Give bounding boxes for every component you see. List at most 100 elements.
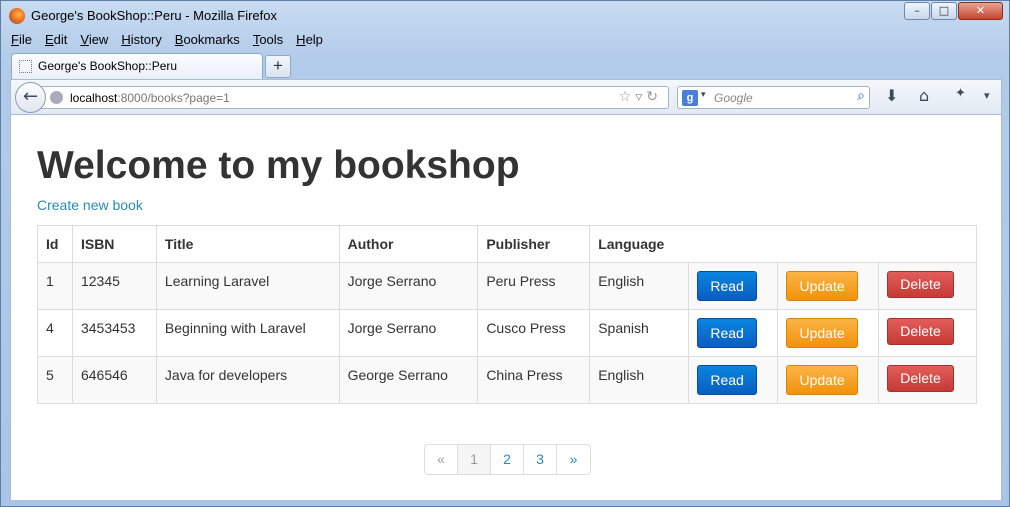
home-icon[interactable]: ⌂: [919, 86, 929, 105]
menu-bookmarks[interactable]: Bookmarks: [173, 32, 242, 52]
menu-dropdown-icon[interactable]: ▾: [984, 89, 990, 102]
cell-title: Java for developers: [155, 356, 340, 404]
close-button[interactable]: ✕: [958, 2, 1003, 20]
table-row: 4 3453453 Beginning with Laravel Jorge S…: [37, 309, 977, 357]
menu-edit[interactable]: Edit: [43, 32, 69, 52]
cell-update: Update: [777, 356, 879, 404]
page-content: Welcome to my bookshop Create new book I…: [10, 115, 1002, 500]
window-title: George's BookShop::Peru - Mozilla Firefo…: [31, 8, 277, 23]
menu-view-rest: iew: [88, 32, 109, 47]
google-icon[interactable]: g: [682, 90, 698, 106]
cell-title: Beginning with Laravel: [155, 309, 340, 357]
cell-update: Update: [777, 262, 879, 310]
navigation-toolbar: localhost:8000/books?page=1 ☆▿↻ ← g ▾ Go…: [10, 79, 1002, 115]
url-path: :8000/books?page=1: [117, 91, 230, 105]
cell-read: Read: [688, 262, 779, 310]
cell-read: Read: [688, 309, 779, 357]
cell-publisher: Peru Press: [477, 262, 591, 310]
update-button[interactable]: Update: [786, 318, 859, 348]
new-tab-button[interactable]: +: [265, 55, 291, 78]
books-table: Id ISBN Title Author Publisher Language …: [37, 225, 977, 404]
globe-icon: [50, 91, 63, 104]
pagination-prev[interactable]: «: [425, 445, 458, 474]
magnifier-icon[interactable]: ⌕: [857, 88, 865, 104]
header-id: Id: [37, 225, 73, 263]
tab-strip: George's BookShop::Peru +: [11, 53, 1001, 79]
engine-dropdown-icon[interactable]: ▾: [701, 90, 706, 100]
delete-button[interactable]: Delete: [887, 365, 954, 392]
pagination-page-2[interactable]: 2: [491, 445, 524, 474]
title-bar: George's BookShop::Peru - Mozilla Firefo…: [1, 1, 1009, 31]
cell-language: English: [589, 356, 690, 404]
cell-author: Jorge Serrano: [338, 262, 479, 310]
menu-file[interactable]: File: [9, 32, 34, 52]
table-row: 5 646546 Java for developers George Serr…: [37, 356, 977, 404]
page-title: Welcome to my bookshop: [37, 144, 520, 187]
pagination-page-1[interactable]: 1: [458, 445, 491, 474]
back-button[interactable]: ←: [15, 82, 46, 113]
cell-delete: Delete: [878, 309, 977, 357]
cell-read: Read: [688, 356, 779, 404]
cell-author: Jorge Serrano: [338, 309, 479, 357]
search-box[interactable]: g ▾ Google ⌕: [677, 86, 870, 109]
menu-history[interactable]: History: [119, 32, 163, 52]
cell-update: Update: [777, 309, 879, 357]
menu-file-rest: ile: [18, 32, 32, 47]
read-button[interactable]: Read: [697, 271, 758, 301]
update-button[interactable]: Update: [786, 365, 859, 395]
tab-bookshop[interactable]: George's BookShop::Peru: [11, 53, 263, 79]
pagination: « 1 2 3 »: [424, 444, 591, 475]
download-icon[interactable]: ⬇: [885, 86, 898, 105]
pagination-next[interactable]: »: [557, 445, 590, 474]
read-button[interactable]: Read: [697, 365, 758, 395]
cell-delete: Delete: [878, 262, 977, 310]
delete-button[interactable]: Delete: [887, 271, 954, 298]
cell-isbn: 646546: [71, 356, 157, 404]
read-button[interactable]: Read: [697, 318, 758, 348]
menu-help[interactable]: Help: [294, 32, 325, 52]
update-button[interactable]: Update: [786, 271, 859, 301]
menu-help-rest: elp: [305, 32, 323, 47]
address-bar[interactable]: localhost:8000/books?page=1 ☆▿↻: [41, 86, 669, 109]
table-row: 1 12345 Learning Laravel Jorge Serrano P…: [37, 262, 977, 310]
minimize-button[interactable]: –: [904, 2, 930, 20]
cell-isbn: 3453453: [71, 309, 157, 357]
cell-isbn: 12345: [71, 262, 157, 310]
header-publisher: Publisher: [477, 225, 591, 263]
url-text: localhost:8000/books?page=1: [70, 91, 230, 105]
back-arrow-icon: ←: [22, 86, 39, 107]
dropdown-icon[interactable]: ▿: [635, 89, 646, 105]
table-header-row: Id ISBN Title Author Publisher Language: [37, 225, 977, 263]
browser-window: George's BookShop::Peru - Mozilla Firefo…: [0, 0, 1010, 507]
create-book-link[interactable]: Create new book: [37, 197, 143, 213]
pagination-page-3[interactable]: 3: [524, 445, 557, 474]
search-placeholder: Google: [714, 91, 753, 105]
cell-language: Spanish: [589, 309, 690, 357]
window-controls: – □ ✕: [903, 2, 1003, 20]
cell-title: Learning Laravel: [155, 262, 340, 310]
menu-tools-rest: ools: [259, 32, 284, 47]
cell-publisher: Cusco Press: [477, 309, 591, 357]
menu-bookmarks-rest: ookmarks: [183, 32, 240, 47]
header-title: Title: [155, 225, 340, 263]
cell-id: 4: [37, 309, 73, 357]
menu-edit-rest: dit: [53, 32, 68, 47]
cell-id: 5: [37, 356, 73, 404]
cell-id: 1: [37, 262, 73, 310]
reload-icon[interactable]: ↻: [646, 89, 662, 105]
menu-history-rest: istory: [130, 32, 162, 47]
tab-label: George's BookShop::Peru: [38, 59, 178, 73]
menu-view[interactable]: View: [78, 32, 110, 52]
star-icon[interactable]: ☆: [619, 89, 636, 105]
cell-author: George Serrano: [338, 356, 479, 404]
firefox-logo-icon: [9, 8, 25, 24]
cell-publisher: China Press: [477, 356, 591, 404]
cell-language: English: [589, 262, 690, 310]
addon-icon[interactable]: ✦: [955, 86, 966, 101]
delete-button[interactable]: Delete: [887, 318, 954, 345]
menu-tools[interactable]: Tools: [251, 32, 285, 52]
url-actions: ☆▿↻: [619, 89, 662, 105]
header-language: Language: [589, 225, 977, 263]
maximize-button[interactable]: □: [931, 2, 957, 20]
cell-delete: Delete: [878, 356, 977, 404]
